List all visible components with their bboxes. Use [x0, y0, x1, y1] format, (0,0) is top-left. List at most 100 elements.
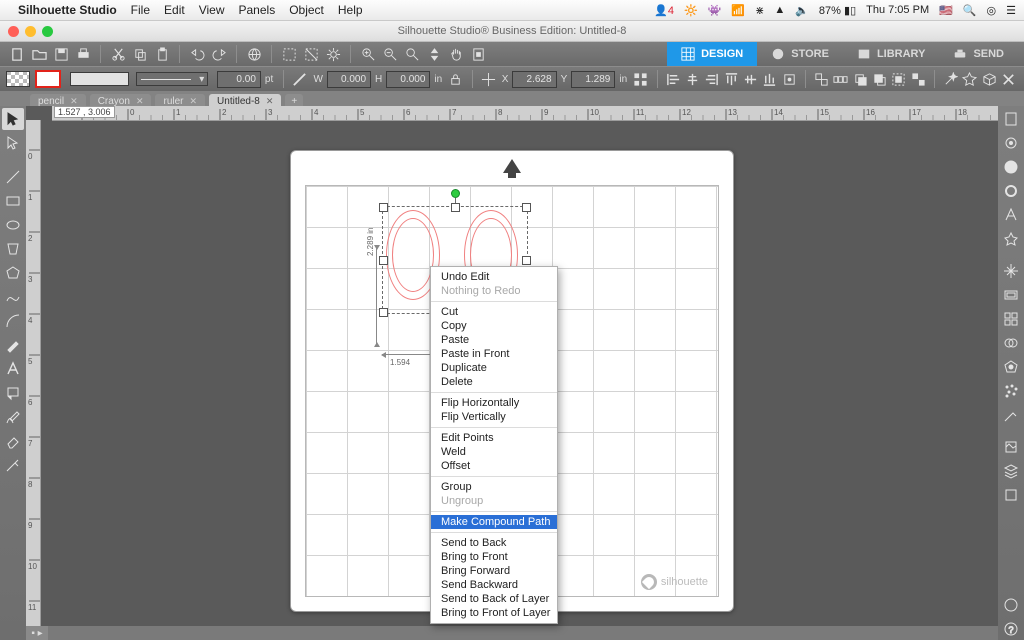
redo-icon[interactable]	[210, 45, 228, 63]
context-menu-item[interactable]: Bring to Front of Layer	[431, 606, 557, 620]
ellipse-tool[interactable]	[2, 214, 24, 236]
height-field[interactable]: 0.000	[386, 71, 430, 88]
star-icon[interactable]	[962, 70, 977, 88]
note-tool[interactable]	[2, 382, 24, 404]
resize-handle[interactable]	[379, 203, 388, 212]
resize-handle[interactable]	[379, 256, 388, 265]
zoom-out-icon[interactable]	[381, 45, 399, 63]
context-menu-item[interactable]: Flip Horizontally	[431, 396, 557, 410]
send-back-icon[interactable]	[872, 70, 887, 88]
line-style-dropdown[interactable]: ▾	[136, 72, 208, 86]
fit-page-icon[interactable]	[469, 45, 487, 63]
status-icon[interactable]: 📶	[731, 4, 745, 17]
grid-icon[interactable]	[633, 70, 648, 88]
menu-help[interactable]: Help	[338, 3, 363, 17]
width-field[interactable]: 0.000	[327, 71, 371, 88]
menu-object[interactable]: Object	[289, 3, 324, 17]
modify-panel-icon[interactable]	[1000, 332, 1022, 354]
context-menu-item[interactable]: Duplicate	[431, 361, 557, 375]
line-weight-field[interactable]: 0.00	[217, 71, 261, 88]
media-panel-icon[interactable]	[1000, 436, 1022, 458]
menu-edit[interactable]: Edit	[164, 3, 185, 17]
window-zoom-button[interactable]	[42, 26, 53, 37]
context-menu-item[interactable]: Bring Forward	[431, 564, 557, 578]
battery-indicator[interactable]: 87% ▮▯	[819, 4, 856, 17]
context-menu-item[interactable]: Paste in Front	[431, 347, 557, 361]
preferences-icon[interactable]	[324, 45, 342, 63]
page-setup-panel-icon[interactable]	[1000, 108, 1022, 130]
position-icon[interactable]	[480, 70, 495, 88]
group-icon[interactable]	[891, 70, 906, 88]
rect-tool[interactable]	[2, 190, 24, 212]
save-icon[interactable]	[52, 45, 70, 63]
new-file-icon[interactable]	[8, 45, 26, 63]
align-middle-icon[interactable]	[743, 70, 758, 88]
cut-line-icon[interactable]	[292, 70, 307, 88]
resize-handle[interactable]	[522, 203, 531, 212]
flexishape-tool[interactable]	[2, 238, 24, 260]
zoom-fit-icon[interactable]	[425, 45, 443, 63]
transform-panel-icon[interactable]	[1000, 260, 1022, 282]
context-menu-item[interactable]: Send to Back	[431, 536, 557, 550]
volume-icon[interactable]: 🔈	[795, 4, 809, 17]
undo-icon[interactable]	[188, 45, 206, 63]
pixscan-panel-icon[interactable]	[1000, 132, 1022, 154]
x-field[interactable]: 2.628	[512, 71, 556, 88]
align-top-icon[interactable]	[723, 70, 738, 88]
nest-panel-icon[interactable]	[1000, 356, 1022, 378]
context-menu-item[interactable]: Make Compound Path	[431, 515, 557, 529]
nav-tab-send[interactable]: SEND	[939, 42, 1018, 66]
zoom-in-icon[interactable]	[359, 45, 377, 63]
align-center-icon[interactable]	[685, 70, 700, 88]
context-menu-item[interactable]: Group	[431, 480, 557, 494]
box-3d-icon[interactable]	[981, 70, 996, 88]
freehand-tool[interactable]	[2, 334, 24, 356]
polygon-tool[interactable]	[2, 262, 24, 284]
stipple-panel-icon[interactable]	[1000, 380, 1022, 402]
select-all-icon[interactable]	[280, 45, 298, 63]
context-menu-item[interactable]: Paste	[431, 333, 557, 347]
resize-handle[interactable]	[379, 308, 388, 317]
line-weight-preview[interactable]	[70, 72, 129, 86]
knife-panel-icon[interactable]	[1000, 404, 1022, 426]
context-menu-item[interactable]: Send Backward	[431, 578, 557, 592]
arc-tool[interactable]	[2, 310, 24, 332]
resize-handle[interactable]	[451, 203, 460, 212]
deselect-icon[interactable]	[302, 45, 320, 63]
context-menu-item[interactable]: Edit Points	[431, 431, 557, 445]
offset-panel-icon[interactable]	[1000, 284, 1022, 306]
select-tool[interactable]	[2, 108, 24, 130]
clock[interactable]: Thu 7:05 PM	[866, 4, 929, 16]
pan-icon[interactable]	[447, 45, 465, 63]
context-menu-item[interactable]: Cut	[431, 305, 557, 319]
copy-icon[interactable]	[131, 45, 149, 63]
wand-icon[interactable]	[943, 70, 958, 88]
trace-panel-icon[interactable]	[1000, 228, 1022, 250]
replicate-icon[interactable]	[814, 70, 829, 88]
paste-icon[interactable]	[153, 45, 171, 63]
menu-file[interactable]: File	[131, 3, 150, 17]
center-icon[interactable]	[782, 70, 797, 88]
y-field[interactable]: 1.289	[571, 71, 615, 88]
window-close-button[interactable]	[8, 26, 19, 37]
curve-tool[interactable]	[2, 286, 24, 308]
print-icon[interactable]	[74, 45, 92, 63]
ungroup-icon[interactable]	[911, 70, 926, 88]
page-nav[interactable]: ▪ ▸	[26, 626, 48, 640]
stroke-swatch[interactable]	[35, 70, 61, 88]
window-minimize-button[interactable]	[25, 26, 36, 37]
flag-icon[interactable]: 🇺🇸	[939, 4, 953, 17]
resize-handle[interactable]	[522, 256, 531, 265]
draw-tool[interactable]	[2, 406, 24, 428]
menu-panels[interactable]: Panels	[239, 3, 276, 17]
siri-icon[interactable]: ◎	[987, 4, 997, 17]
lock-aspect-icon[interactable]	[448, 70, 463, 88]
eraser-tool[interactable]	[2, 430, 24, 452]
line-tool[interactable]	[2, 166, 24, 188]
rotate-handle[interactable]	[451, 189, 460, 198]
app-menu[interactable]: Silhouette Studio	[18, 3, 117, 17]
more-panels-icon[interactable]	[1000, 594, 1022, 616]
bluetooth-icon[interactable]: ⋇	[755, 4, 764, 17]
nav-tab-design[interactable]: DESIGN	[667, 42, 757, 66]
context-menu-item[interactable]: Weld	[431, 445, 557, 459]
